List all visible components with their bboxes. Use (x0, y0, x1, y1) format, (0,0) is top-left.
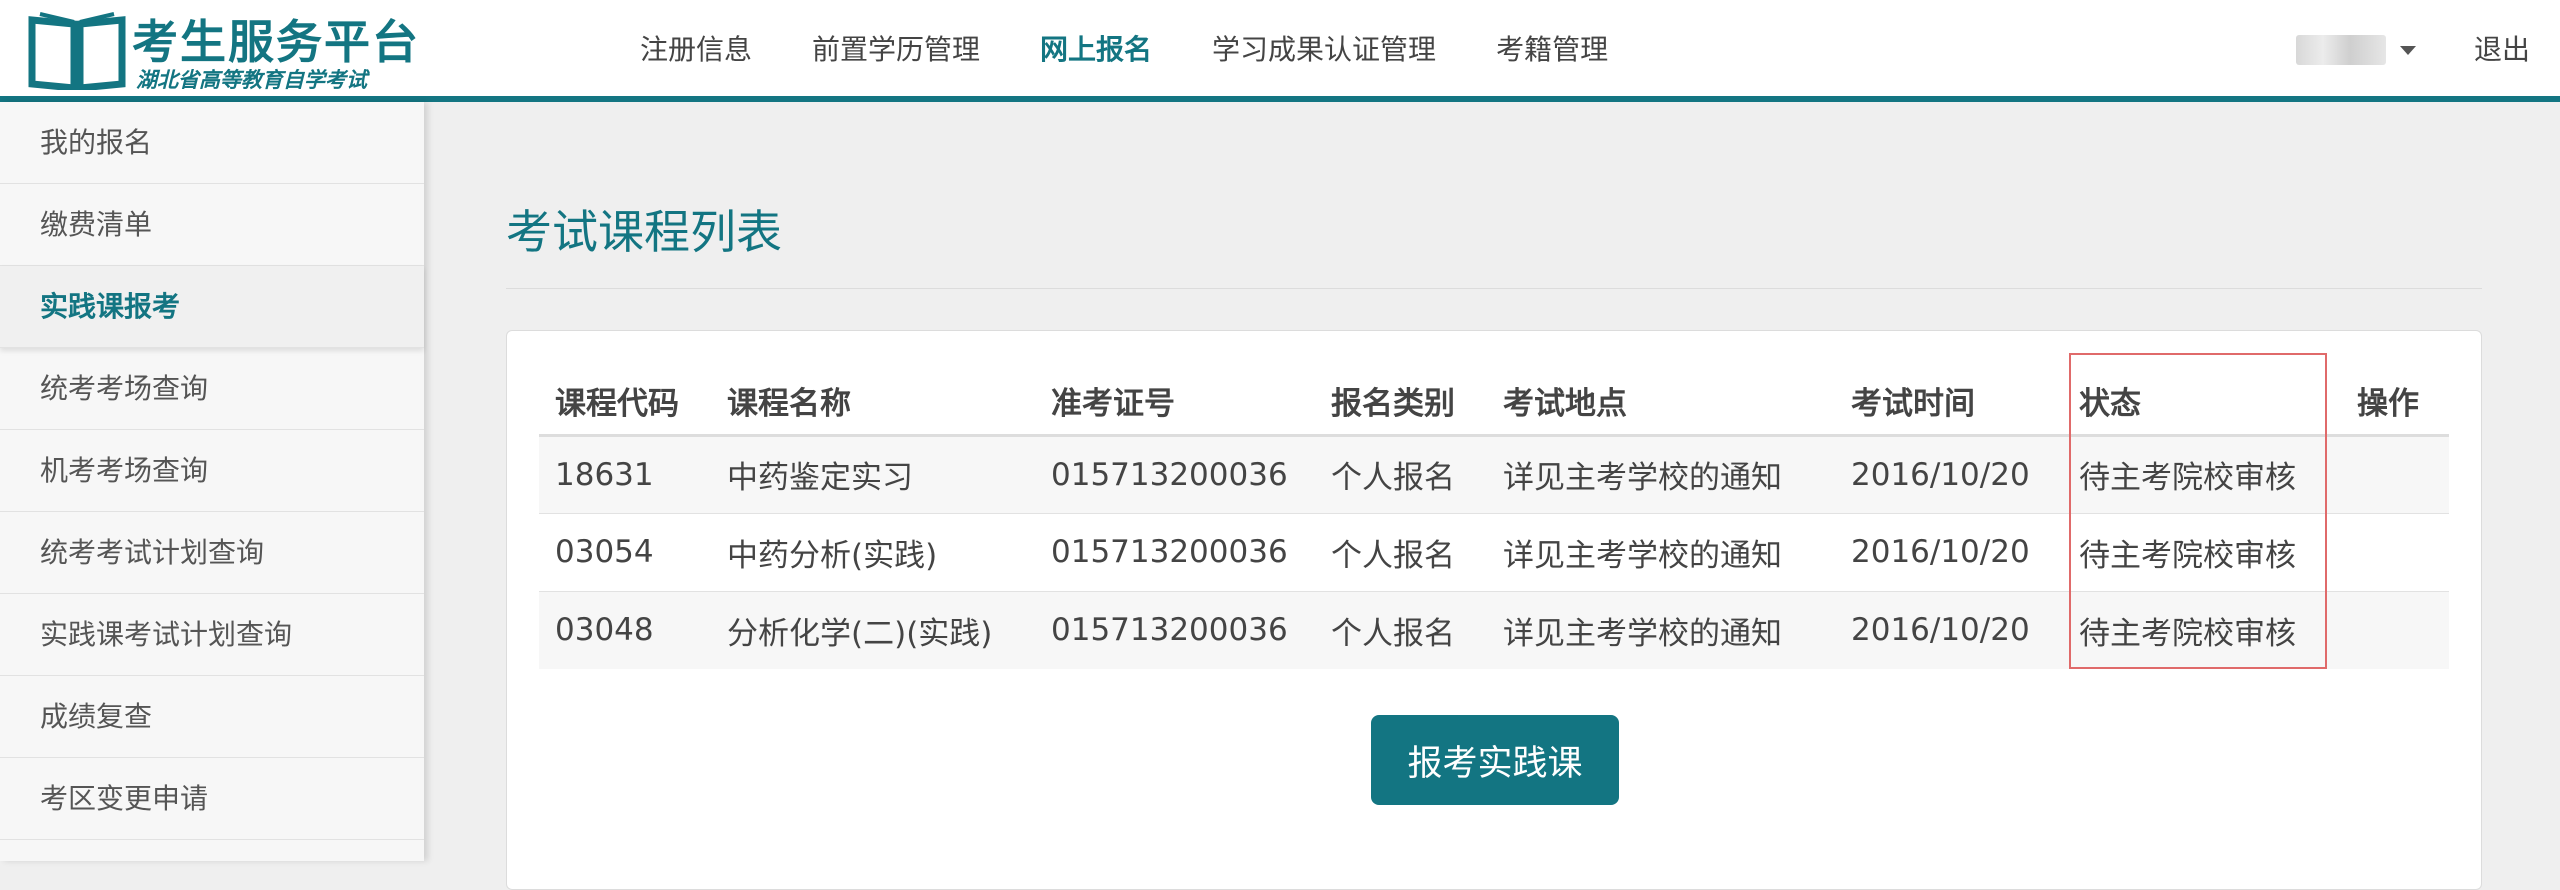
column-header-course-code: 课程代码 (539, 367, 711, 437)
column-header-registration-type: 报名类别 (1315, 367, 1487, 437)
cell-exam-time: 2016/10/20 (1835, 512, 2063, 591)
cell-exam-location: 详见主考学校的通知 (1487, 434, 1835, 513)
column-header-admission-number: 准考证号 (1035, 367, 1315, 437)
cell-status: 待主考院校审核 (2063, 434, 2341, 513)
cell-actions (2341, 590, 2449, 669)
top-header: 考生服务平台 湖北省高等教育自学考试 注册信息 前置学历管理 网上报名 学习成果… (0, 0, 2560, 102)
cell-status: 待主考院校审核 (2063, 590, 2341, 669)
cell-course-name: 分析化学(二)(实践) (711, 590, 1035, 669)
sidebar-item-score-review[interactable]: 成绩复查 (0, 676, 424, 758)
cell-course-code: 03048 (539, 590, 711, 669)
cell-course-code: 18631 (539, 434, 711, 513)
nav-item-registration-info[interactable]: 注册信息 (640, 28, 752, 68)
sidebar-item-exam-plan-query[interactable]: 统考考试计划查询 (0, 512, 424, 594)
nav-item-online-registration[interactable]: 网上报名 (1040, 28, 1152, 68)
cell-exam-time: 2016/10/20 (1835, 590, 2063, 669)
cell-exam-time: 2016/10/20 (1835, 434, 2063, 513)
logo-subtitle: 湖北省高等教育自学考试 (136, 68, 367, 92)
column-header-exam-location: 考试地点 (1487, 367, 1835, 437)
cell-exam-location: 详见主考学校的通知 (1487, 512, 1835, 591)
table-row: 18631 中药鉴定实习 015713200036 个人报名 详见主考学校的通知… (539, 434, 2449, 513)
sidebar-item-my-registration[interactable]: 我的报名 (0, 102, 424, 184)
user-name-redacted (2296, 35, 2386, 65)
column-header-actions: 操作 (2341, 367, 2449, 437)
sidebar-item-payment-list[interactable]: 缴费清单 (0, 184, 424, 266)
table-row: 03054 中药分析(实践) 015713200036 个人报名 详见主考学校的… (539, 512, 2449, 591)
logout-link[interactable]: 退出 (2474, 28, 2530, 68)
sidebar: 我的报名 缴费清单 实践课报考 统考考场查询 机考考场查询 统考考试计划查询 实… (0, 102, 424, 861)
column-header-exam-time: 考试时间 (1835, 367, 2063, 437)
cell-course-name: 中药分析(实践) (711, 512, 1035, 591)
cell-admission-number: 015713200036 (1035, 434, 1315, 513)
cell-registration-type: 个人报名 (1315, 590, 1487, 669)
cell-admission-number: 015713200036 (1035, 590, 1315, 669)
cell-actions (2341, 434, 2449, 513)
nav-item-learning-credit[interactable]: 学习成果认证管理 (1212, 28, 1436, 68)
logo-title: 考生服务平台 (132, 15, 420, 69)
cell-exam-location: 详见主考学校的通知 (1487, 590, 1835, 669)
sidebar-item-practical-registration[interactable]: 实践课报考 (0, 266, 424, 348)
sidebar-item-computer-exam-room-query[interactable]: 机考考场查询 (0, 430, 424, 512)
cell-admission-number: 015713200036 (1035, 512, 1315, 591)
sidebar-item-exam-room-query[interactable]: 统考考场查询 (0, 348, 424, 430)
site-logo[interactable]: 考生服务平台 湖北省高等教育自学考试 (28, 6, 418, 92)
cell-course-code: 03054 (539, 512, 711, 591)
title-divider (506, 288, 2482, 289)
cell-course-name: 中药鉴定实习 (711, 434, 1035, 513)
cell-registration-type: 个人报名 (1315, 512, 1487, 591)
table-row: 03048 分析化学(二)(实践) 015713200036 个人报名 详见主考… (539, 590, 2449, 669)
register-practical-button[interactable]: 报考实践课 (1371, 715, 1619, 805)
column-header-status: 状态 (2063, 367, 2341, 437)
cell-status: 待主考院校审核 (2063, 512, 2341, 591)
course-table: 课程代码 课程名称 准考证号 报名类别 考试地点 考试时间 状态 操作 1863… (539, 367, 2449, 669)
user-menu[interactable] (2296, 30, 2416, 70)
open-book-icon (28, 12, 126, 90)
page-title: 考试课程列表 (506, 205, 782, 259)
sidebar-item-district-change[interactable]: 考区变更申请 (0, 758, 424, 840)
nav-item-prior-education[interactable]: 前置学历管理 (812, 28, 980, 68)
chevron-down-icon (2400, 45, 2416, 55)
table-header-row: 课程代码 课程名称 准考证号 报名类别 考试地点 考试时间 状态 操作 (539, 367, 2449, 437)
main-nav: 注册信息 前置学历管理 网上报名 学习成果认证管理 考籍管理 (640, 0, 1668, 96)
sidebar-item-practical-plan-query[interactable]: 实践课考试计划查询 (0, 594, 424, 676)
column-header-course-name: 课程名称 (711, 367, 1035, 437)
cell-actions (2341, 512, 2449, 591)
course-list-panel: 课程代码 课程名称 准考证号 报名类别 考试地点 考试时间 状态 操作 1863… (506, 330, 2482, 890)
cell-registration-type: 个人报名 (1315, 434, 1487, 513)
nav-item-student-records[interactable]: 考籍管理 (1496, 28, 1608, 68)
